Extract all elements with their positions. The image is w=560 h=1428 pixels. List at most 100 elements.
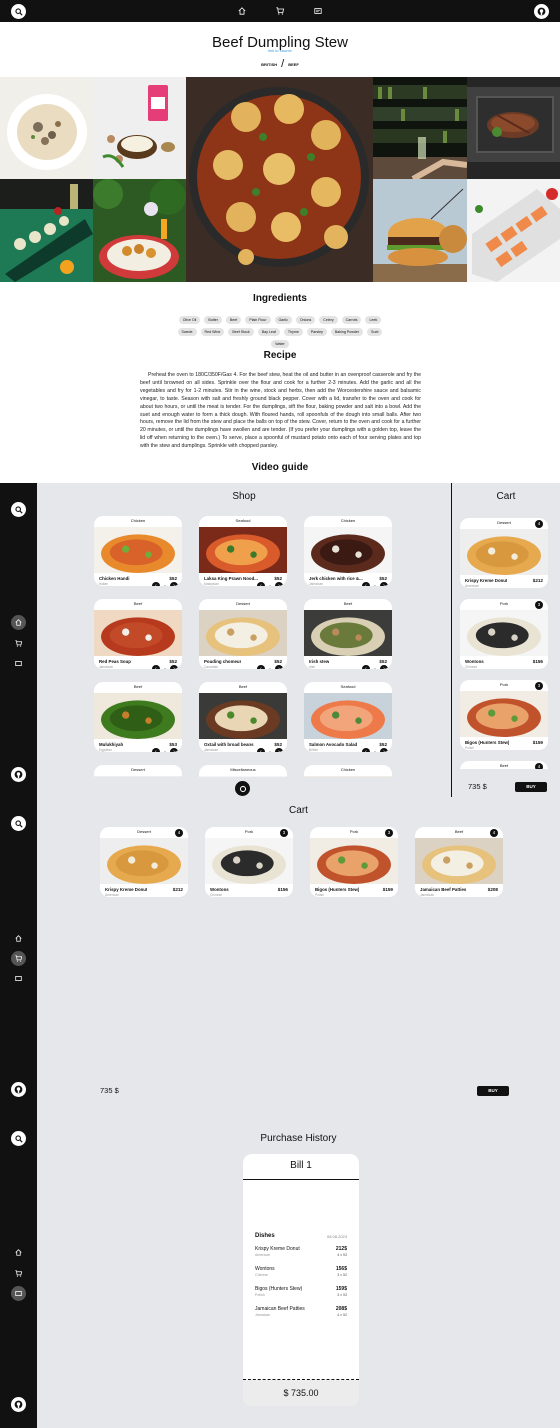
- cart-item-area: American: [465, 584, 479, 588]
- product-card[interactable]: Miscellaneous: [199, 765, 287, 777]
- product-image[interactable]: [304, 693, 392, 739]
- meal-tags: BRITISH / BEEF: [0, 58, 560, 70]
- ingredient-chip[interactable]: Red Wine: [200, 328, 225, 336]
- cart-icon[interactable]: [13, 1268, 24, 1279]
- product-card[interactable]: Seafood Salmon Avocado Salad $52 British ‹ 0 ›: [304, 682, 392, 752]
- product-card[interactable]: Beef Mulukhiyah $53 Egyptian ‹ 0 ›: [94, 682, 182, 752]
- cart-item-card[interactable]: Beef4Jamaican Beef Patties$208Jamaican: [460, 761, 548, 769]
- ingredient-chip[interactable]: Baking Powder: [330, 328, 364, 336]
- area-tag[interactable]: BRITISH: [261, 62, 277, 67]
- product-image[interactable]: [199, 610, 287, 656]
- github-icon[interactable]: [11, 1397, 26, 1412]
- history-icon[interactable]: [11, 1286, 26, 1301]
- cart-icon[interactable]: [275, 6, 285, 16]
- ingredient-chip[interactable]: Carrots: [341, 316, 362, 324]
- product-card[interactable]: Chicken Jerk chicken with rice &... $52 Jam…: [304, 516, 392, 586]
- search-icon[interactable]: [11, 4, 26, 19]
- buy-button[interactable]: BUY: [477, 1086, 509, 1096]
- increment-button[interactable]: ›: [380, 582, 388, 586]
- ingredient-chip[interactable]: Celery: [319, 316, 338, 324]
- ingredient-chip[interactable]: Thyme: [283, 328, 303, 336]
- product-card[interactable]: Beef Oxtail with broad beans $52 Jamaican ‹ 0…: [199, 682, 287, 752]
- decrement-button[interactable]: ‹: [362, 748, 370, 752]
- ingredient-chip[interactable]: Swede: [177, 328, 197, 336]
- increment-button[interactable]: ›: [380, 748, 388, 752]
- ingredient-chip[interactable]: Leek: [365, 316, 382, 324]
- cart-icon[interactable]: [13, 638, 24, 649]
- product-image[interactable]: [94, 776, 182, 777]
- ingredient-chip[interactable]: Onions: [295, 316, 316, 324]
- home-icon[interactable]: [13, 933, 24, 944]
- decrement-button[interactable]: ‹: [152, 582, 160, 586]
- product-image[interactable]: [199, 693, 287, 739]
- product-card[interactable]: Chicken Chicken Handi $52 Indian ‹ 0 ›: [94, 516, 182, 586]
- ingredient-chip[interactable]: Water: [271, 340, 289, 348]
- product-image[interactable]: [304, 610, 392, 656]
- decrement-button[interactable]: ‹: [257, 748, 265, 752]
- cart-item-card[interactable]: Beef4Jamaican Beef Patties$208Jamaican: [415, 827, 503, 897]
- decrement-button[interactable]: ‹: [257, 665, 265, 669]
- increment-button[interactable]: ›: [170, 748, 178, 752]
- ingredient-chip[interactable]: Beef: [225, 316, 242, 324]
- ingredient-chip[interactable]: Plain Flour: [245, 316, 271, 324]
- cart-icon[interactable]: [11, 951, 26, 966]
- product-category: Beef: [343, 601, 353, 606]
- ingredient-chip[interactable]: Parsley: [306, 328, 327, 336]
- product-image[interactable]: [304, 776, 392, 777]
- source-link[interactable]: link to source: [0, 48, 560, 53]
- decrement-button[interactable]: ‹: [362, 665, 370, 669]
- increment-button[interactable]: ›: [170, 665, 178, 669]
- search-icon[interactable]: [11, 1131, 26, 1146]
- product-image[interactable]: [94, 693, 182, 739]
- history-icon[interactable]: [13, 973, 24, 984]
- github-icon[interactable]: [534, 4, 549, 19]
- cart-item-card[interactable]: Pork 3 Wontons $156 Chinese: [460, 599, 548, 669]
- search-icon[interactable]: [11, 502, 26, 517]
- increment-button[interactable]: ›: [275, 665, 283, 669]
- product-card[interactable]: Beef Red Peas Soup $52 Jamaican ‹ 0 ›: [94, 599, 182, 669]
- decrement-button[interactable]: ‹: [362, 582, 370, 586]
- increment-button[interactable]: ›: [275, 582, 283, 586]
- product-image[interactable]: [94, 527, 182, 573]
- github-icon[interactable]: [11, 767, 26, 782]
- bill-line-area: Chinese: [255, 1273, 269, 1277]
- cart-item-card[interactable]: Dessert 4 Krispy Kreme Donut $212 American: [460, 518, 548, 588]
- home-icon[interactable]: [11, 615, 26, 630]
- decrement-button[interactable]: ‹: [152, 748, 160, 752]
- category-tag[interactable]: BEEF: [288, 62, 299, 67]
- product-card[interactable]: Chicken: [304, 765, 392, 777]
- ingredient-chip[interactable]: Olive Oil: [178, 316, 201, 324]
- increment-button[interactable]: ›: [170, 582, 178, 586]
- product-card[interactable]: Beef Irish stew $52 Irish ‹ 0 ›: [304, 599, 392, 669]
- buy-button[interactable]: BUY: [515, 782, 547, 792]
- home-icon[interactable]: [237, 6, 247, 16]
- decrement-button[interactable]: ‹: [257, 582, 265, 586]
- product-grid: Chicken Chicken Handi $52 Indian ‹ 0 › Seafood L…: [37, 483, 451, 777]
- cart-item-count-badge: 4: [535, 520, 543, 528]
- cart-item-card[interactable]: Dessert 4 Krispy Kreme Donut $212 American: [100, 827, 188, 897]
- load-more-icon[interactable]: [235, 781, 250, 796]
- product-image[interactable]: [304, 527, 392, 573]
- ingredient-chip[interactable]: Bay Leaf: [257, 328, 280, 336]
- home-icon[interactable]: [13, 1247, 24, 1258]
- cart-item-card[interactable]: Pork 3 Wontons $156 Chinese: [205, 827, 293, 897]
- search-icon[interactable]: [11, 816, 26, 831]
- product-card[interactable]: Seafood Laksa King Prawn Nood... $52 Malays…: [199, 516, 287, 586]
- cart-item-card[interactable]: Pork 3 Bigos (Hunters Stew) $159 Polish: [460, 680, 548, 750]
- product-card[interactable]: Dessert: [94, 765, 182, 777]
- history-icon[interactable]: [13, 658, 24, 669]
- increment-button[interactable]: ›: [275, 748, 283, 752]
- product-image[interactable]: [199, 527, 287, 573]
- product-image[interactable]: [94, 610, 182, 656]
- ingredient-chip[interactable]: Suet: [367, 328, 383, 336]
- decrement-button[interactable]: ‹: [152, 665, 160, 669]
- history-icon[interactable]: [313, 6, 323, 16]
- increment-button[interactable]: ›: [380, 665, 388, 669]
- ingredient-chip[interactable]: Beef Stock: [228, 328, 254, 336]
- product-image[interactable]: [199, 776, 287, 777]
- github-icon[interactable]: [11, 1082, 26, 1097]
- cart-item-card[interactable]: Pork 3 Bigos (Hunters Stew) $159 Polish: [310, 827, 398, 897]
- product-card[interactable]: Dessert Pouding chomeur $52 Canadian ‹ 0 ›: [199, 599, 287, 669]
- ingredient-chip[interactable]: Garlic: [274, 316, 292, 324]
- ingredient-chip[interactable]: Butter: [204, 316, 222, 324]
